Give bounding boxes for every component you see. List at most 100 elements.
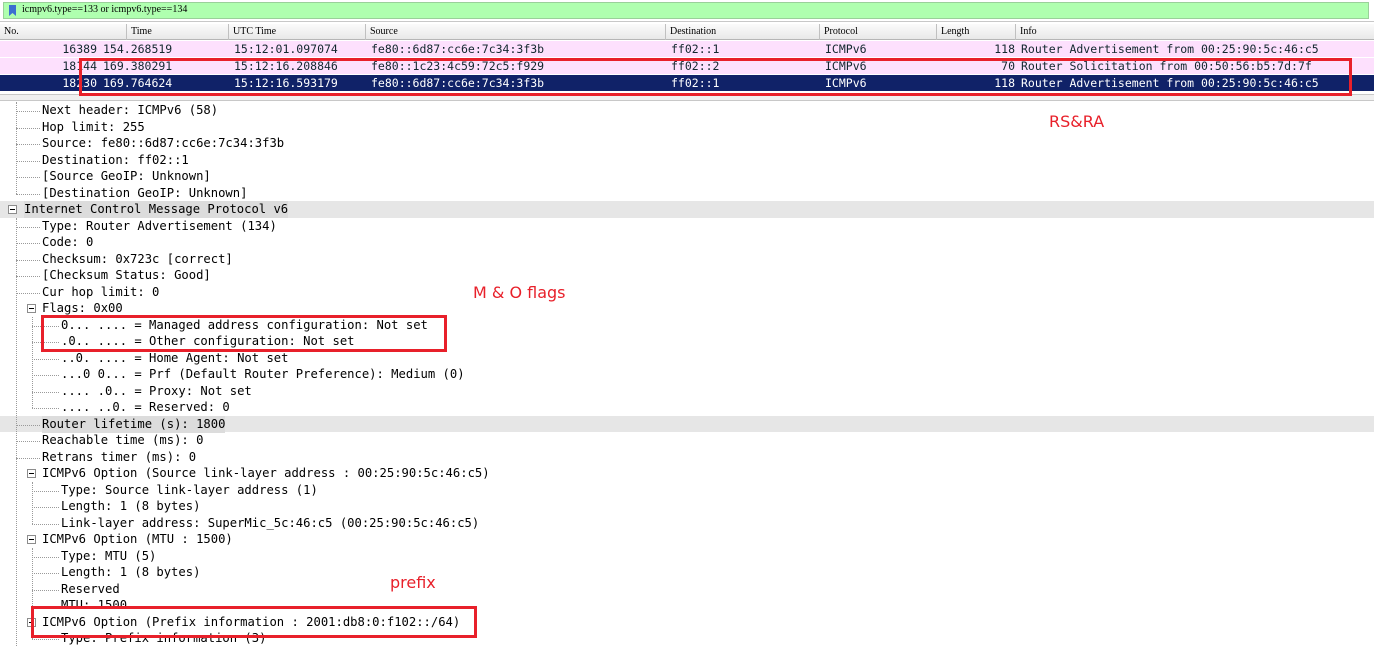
column-header-length[interactable]: Length: [937, 24, 1016, 40]
tree-item-label: Length: 1 (8 bytes): [61, 565, 201, 579]
tree-item-label: Reserved: [61, 581, 120, 596]
tree-item-label: Type: MTU (5): [61, 548, 157, 563]
tree-item-label: [Source GeoIP: Unknown]: [42, 169, 211, 183]
prefix-highlight-box: [31, 606, 477, 638]
tree-item-label: [Checksum Status: Good]: [42, 268, 211, 282]
tree-guide-icmpv6: [16, 217, 17, 646]
packet-details-pane: Next header: ICMPv6 (58) Hop limit: 255 So…: [0, 100, 1374, 646]
packet-destination: ff02::1: [671, 42, 720, 56]
bookmark-icon[interactable]: [8, 5, 17, 16]
display-filter-input[interactable]: icmpv6.type==133 or icmpv6.type==134: [3, 2, 1369, 19]
tree-item[interactable]: Destination: ff02::1: [0, 152, 1374, 169]
tree-item[interactable]: Hop limit: 255: [0, 119, 1374, 136]
tree-item[interactable]: Length: 1 (8 bytes): [0, 564, 1374, 581]
tree-item-label: Type: Router Advertisement (134): [42, 218, 277, 233]
tree-connector: [16, 160, 40, 162]
packet-time: 154.268519: [103, 42, 173, 56]
tree-item-label: Internet Control Message Protocol v6: [24, 201, 289, 218]
packet-utc-time: 15:12:01.097074: [234, 42, 338, 56]
tree-item[interactable]: Checksum: 0x723c [correct]: [0, 251, 1374, 268]
tree-item-label: Length: 1 (8 bytes): [61, 499, 201, 513]
mo-flags-highlight-box: [41, 315, 447, 352]
column-header-destination[interactable]: Destination: [666, 24, 820, 40]
prefix-annotation: prefix: [390, 573, 436, 592]
tree-item-label: Router lifetime (s): 1800: [42, 415, 226, 433]
tree-item[interactable]: Router lifetime (s): 1800: [0, 415, 1374, 433]
tree-item-label: ICMPv6 Option (Source link-layer address…: [42, 466, 490, 480]
tree-item-label: Retrans timer (ms): 0: [42, 449, 197, 464]
tree-guide-ipv6: [16, 102, 17, 194]
tree-item[interactable]: .... ..0. = Reserved: 0: [0, 399, 1374, 416]
tree-item-label: .... ..0. = Reserved: 0: [61, 400, 230, 414]
column-header-time[interactable]: Time: [127, 24, 229, 40]
tree-item-label: Next header: ICMPv6 (58): [42, 103, 219, 117]
packet-source: fe80::6d87:cc6e:7c34:3f3b: [371, 42, 545, 56]
packet-no: 16389: [62, 42, 97, 56]
tree-item-label: Link-layer address: SuperMic_5c:46:c5 (0…: [61, 515, 480, 530]
packet-row[interactable]: 16389 154.268519 15:12:01.097074 fe80::6…: [0, 41, 1374, 57]
tree-guide-flags: [32, 316, 33, 408]
tree-connector: [32, 358, 59, 360]
tree-connector: [16, 177, 40, 178]
tree-connector: [16, 276, 40, 277]
display-filter-text: icmpv6.type==133 or icmpv6.type==134: [22, 4, 188, 15]
column-header-protocol[interactable]: Protocol: [820, 24, 937, 40]
column-header-no[interactable]: No.: [0, 24, 127, 40]
tree-item[interactable]: Type: MTU (5): [0, 548, 1374, 565]
tree-item[interactable]: [Checksum Status: Good]: [0, 267, 1374, 284]
tree-connector: [16, 457, 40, 459]
rs-ra-highlight-box: [79, 58, 1352, 96]
tree-item[interactable]: Type: Router Advertisement (134): [0, 218, 1374, 235]
tree-connector: [16, 111, 40, 112]
tree-connector: [32, 556, 59, 558]
display-filter-bar: icmpv6.type==133 or icmpv6.type==134: [0, 0, 1374, 22]
tree-item[interactable]: Link-layer address: SuperMic_5c:46:c5 (0…: [0, 515, 1374, 532]
tree-item-label: .... .0.. = Proxy: Not set: [61, 383, 252, 398]
tree-collapse-icon[interactable]: [8, 205, 17, 214]
column-header-source[interactable]: Source: [366, 24, 666, 40]
tree-item[interactable]: ICMPv6 Option (MTU : 1500): [0, 531, 1374, 548]
tree-item[interactable]: Internet Control Message Protocol v6: [0, 201, 1374, 218]
tree-item-label: ...0 0... = Prf (Default Router Preferen…: [61, 367, 465, 381]
tree-connector: [16, 144, 40, 145]
tree-item-label: Cur hop limit: 0: [42, 284, 160, 299]
tree-item[interactable]: ...0 0... = Prf (Default Router Preferen…: [0, 366, 1374, 383]
tree-item[interactable]: Length: 1 (8 bytes): [0, 498, 1374, 515]
tree-connector: [32, 375, 59, 376]
packet-protocol: ICMPv6: [825, 42, 867, 56]
tree-item[interactable]: Next header: ICMPv6 (58): [0, 102, 1374, 119]
column-header-utc-time[interactable]: UTC Time: [229, 24, 366, 40]
tree-item-label: Hop limit: 255: [42, 119, 145, 134]
tree-item[interactable]: Type: Source link-layer address (1): [0, 482, 1374, 499]
tree-item[interactable]: Reachable time (ms): 0: [0, 432, 1374, 449]
tree-collapse-icon[interactable]: [27, 304, 36, 313]
tree-item-label: ICMPv6 Option (MTU : 1500): [42, 532, 233, 546]
tree-collapse-icon[interactable]: [27, 469, 36, 478]
tree-connector: [16, 226, 40, 228]
tree-connector: [16, 292, 40, 294]
packet-list-header: No. Time UTC Time Source Destination Pro…: [0, 24, 1374, 40]
tree-item[interactable]: .... .0.. = Proxy: Not set: [0, 383, 1374, 400]
tree-item[interactable]: Code: 0: [0, 234, 1374, 251]
tree-connector: [32, 490, 59, 492]
tree-connector: [32, 507, 59, 508]
tree-item[interactable]: Retrans timer (ms): 0: [0, 449, 1374, 466]
tree-connector: [32, 391, 59, 393]
tree-item-label: Type: Source link-layer address (1): [61, 482, 318, 497]
tree-connector: [32, 573, 59, 574]
tree-collapse-icon[interactable]: [27, 535, 36, 544]
tree-connector: [32, 589, 59, 591]
tree-item[interactable]: Reserved: [0, 581, 1374, 598]
packet-info: Router Advertisement from 00:25:90:5c:46…: [1021, 42, 1319, 56]
tree-item[interactable]: Source: fe80::6d87:cc6e:7c34:3f3b: [0, 135, 1374, 152]
tree-item[interactable]: [Source GeoIP: Unknown]: [0, 168, 1374, 185]
tree-connector: [16, 127, 40, 129]
tree-item[interactable]: [Destination GeoIP: Unknown]: [0, 185, 1374, 202]
column-header-info[interactable]: Info: [1016, 24, 1374, 40]
tree-item[interactable]: Cur hop limit: 0: [0, 284, 1374, 301]
tree-connector: [16, 193, 40, 195]
tree-item-label: Source: fe80::6d87:cc6e:7c34:3f3b: [42, 136, 285, 150]
tree-item[interactable]: ICMPv6 Option (Source link-layer address…: [0, 465, 1374, 482]
tree-connector: [16, 259, 40, 261]
tree-item-label: Reachable time (ms): 0: [42, 433, 204, 447]
